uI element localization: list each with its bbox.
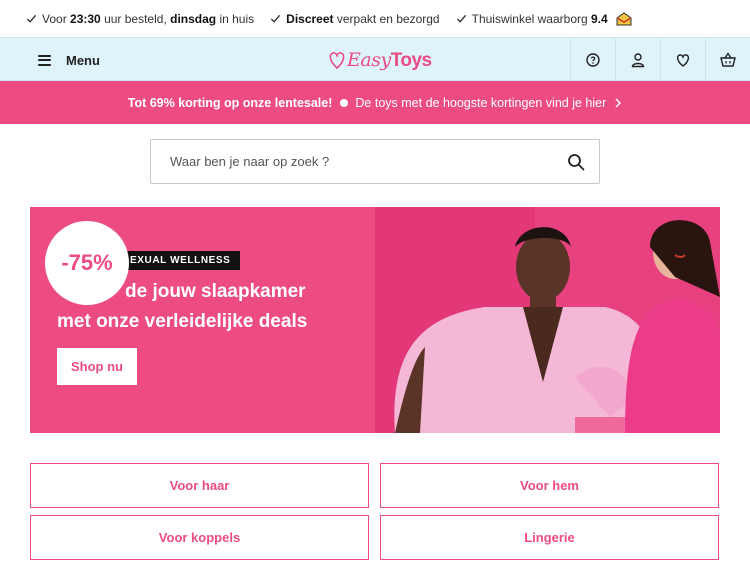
menu-button[interactable]: Menu	[38, 38, 100, 82]
bullet-dot	[340, 98, 349, 107]
hero-couple-image	[375, 207, 720, 433]
logo-heart-icon	[329, 52, 345, 70]
hero-banner[interactable]: EXUAL WELLNESS de jouw slaapkamer met on…	[30, 207, 720, 433]
search-icon[interactable]	[567, 153, 585, 171]
shop-now-button[interactable]: Shop nu	[57, 348, 137, 385]
usp-rating: Thuiswinkel waarborg 9.4	[456, 12, 632, 26]
usp-rating-text: Thuiswinkel waarborg 9.4	[471, 11, 608, 26]
usp-bar: Voor 23:30 uur besteld, dinsdag in huis …	[0, 0, 750, 37]
chevron-right-icon	[615, 97, 622, 108]
account-icon	[631, 53, 645, 68]
usp-discreet: Discreet verpakt en bezorgd	[270, 11, 440, 26]
easytoys-logo[interactable]: EasyToys	[327, 44, 432, 76]
category-voor-koppels-button[interactable]: Voor koppels	[30, 515, 369, 560]
hero-title-line-2: met onze verleidelijke deals	[57, 311, 308, 332]
site-header: Menu EasyToys	[0, 37, 750, 82]
thuiswinkel-seal-icon	[616, 11, 632, 25]
category-voor-hem-button[interactable]: Voor hem	[380, 463, 719, 508]
heart-icon	[676, 54, 690, 67]
cart-button[interactable]	[705, 38, 750, 82]
check-icon	[26, 14, 37, 23]
hamburger-icon	[38, 54, 51, 66]
promo-bold-text: Tot 69% korting op onze lentesale!	[127, 95, 333, 110]
promo-banner[interactable]: Tot 69% korting op onze lentesale! De to…	[0, 81, 750, 124]
search-input[interactable]	[170, 154, 550, 169]
basket-icon	[720, 52, 736, 67]
usp-delivery-text: Voor 23:30 uur besteld, dinsdag in huis	[42, 11, 255, 26]
header-actions	[570, 38, 750, 82]
usp-delivery: Voor 23:30 uur besteld, dinsdag in huis	[26, 12, 254, 26]
category-lingerie-button[interactable]: Lingerie	[380, 515, 719, 560]
promo-text: De toys met de hoogste kortingen vind je…	[355, 95, 607, 110]
check-icon	[271, 14, 281, 23]
help-button[interactable]	[570, 38, 615, 82]
logo-text: EasyToys	[347, 48, 432, 71]
account-button[interactable]	[615, 38, 660, 82]
search-box	[150, 139, 600, 184]
discount-badge: -75%	[45, 221, 129, 305]
hero-photo	[375, 207, 720, 433]
menu-label: Menu	[66, 52, 100, 68]
wishlist-button[interactable]	[660, 38, 705, 82]
check-icon	[456, 14, 466, 23]
category-voor-haar-button[interactable]: Voor haar	[30, 463, 369, 508]
usp-discreet-text: Discreet verpakt en bezorgd	[286, 11, 440, 26]
help-icon	[586, 53, 600, 67]
